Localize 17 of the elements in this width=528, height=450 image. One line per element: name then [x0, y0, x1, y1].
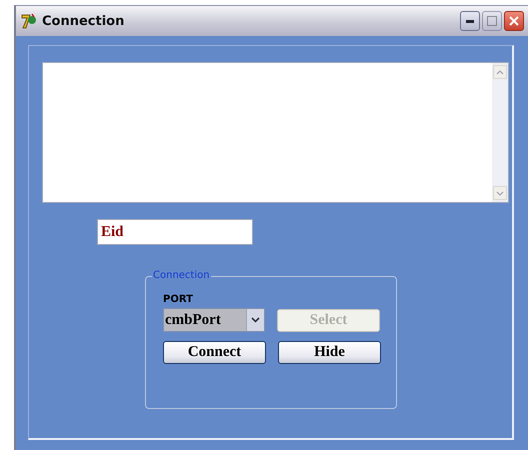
dropdown-icon[interactable] [251, 317, 260, 323]
connect-button[interactable]: Connect [163, 341, 266, 364]
scroll-down-icon[interactable] [496, 190, 504, 196]
close-icon [509, 16, 519, 26]
hide-button[interactable]: Hide [278, 341, 381, 364]
port-label: PORT [163, 294, 194, 305]
minimize-button[interactable] [460, 11, 480, 31]
scrollbar[interactable] [492, 63, 508, 202]
combo-value: cmbPort [164, 309, 246, 331]
close-button[interactable] [504, 11, 524, 31]
port-combo[interactable]: cmbPort [163, 308, 265, 332]
eid-field[interactable]: Eid [97, 219, 253, 245]
window-title: Connection [42, 14, 126, 28]
scroll-up-icon[interactable] [496, 70, 504, 74]
app-icon [20, 12, 38, 30]
maximize-icon [487, 16, 497, 26]
minimize-icon [466, 20, 474, 22]
